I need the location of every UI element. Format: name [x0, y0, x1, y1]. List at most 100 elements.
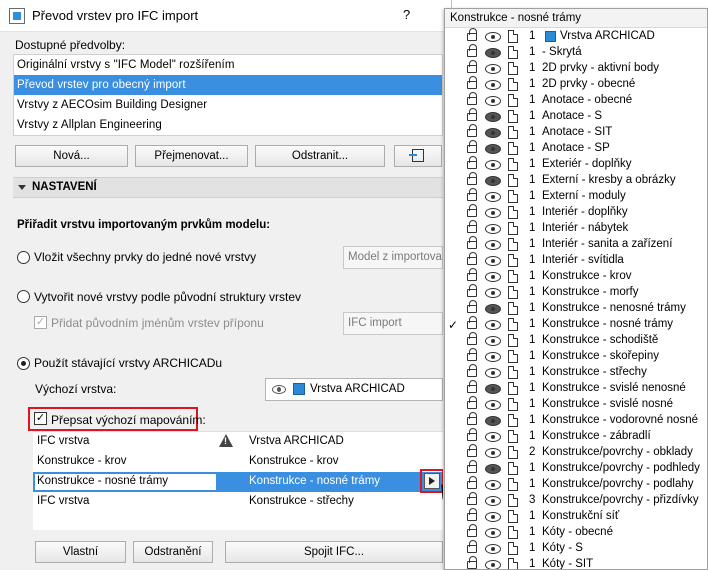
- custom-button[interactable]: Vlastní: [35, 541, 126, 563]
- eye-icon[interactable]: [485, 160, 501, 170]
- lock-icon[interactable]: [467, 28, 477, 41]
- lock-icon[interactable]: [467, 476, 477, 489]
- lock-icon[interactable]: [467, 540, 477, 553]
- lock-icon[interactable]: [467, 124, 477, 137]
- layer-row[interactable]: 1 Konstrukční síť: [445, 508, 707, 525]
- lock-icon[interactable]: [467, 492, 477, 505]
- eye-icon[interactable]: [485, 320, 501, 330]
- radio-original-structure[interactable]: [17, 290, 30, 303]
- layer-row[interactable]: 1 Konstrukce - svislé nosné: [445, 396, 707, 413]
- hidden-eye-icon[interactable]: [485, 176, 501, 186]
- preset-item[interactable]: Vrstvy z AECOsim Building Designer: [14, 95, 442, 115]
- lock-icon[interactable]: [467, 92, 477, 105]
- hidden-eye-icon[interactable]: [485, 144, 501, 154]
- hidden-eye-icon[interactable]: [485, 304, 501, 314]
- lock-icon[interactable]: [467, 204, 477, 217]
- eye-icon[interactable]: [485, 240, 501, 250]
- lock-icon[interactable]: [467, 508, 477, 521]
- preset-item[interactable]: Originální vrstvy s "IFC Model" rozšířen…: [14, 55, 442, 75]
- import-export-button[interactable]: [394, 145, 442, 167]
- layer-row[interactable]: 1 Externí - kresby a obrázky: [445, 172, 707, 189]
- lock-icon[interactable]: [467, 108, 477, 121]
- lock-icon[interactable]: [467, 188, 477, 201]
- layer-row[interactable]: ✓ 1 Konstrukce - nosné trámy: [445, 316, 707, 333]
- layer-row[interactable]: 1 Konstrukce - svislé nenosné: [445, 380, 707, 397]
- layer-row[interactable]: 1 Konstrukce - schodiště: [445, 332, 707, 349]
- layer-row[interactable]: 1 Konstrukce - vodorovné nosné: [445, 412, 707, 429]
- layer-row[interactable]: 1 Konstrukce/povrchy - podhledy: [445, 460, 707, 477]
- layer-row[interactable]: 1 Kóty - SIT: [445, 556, 707, 569]
- lock-icon[interactable]: [467, 380, 477, 393]
- lock-icon[interactable]: [467, 252, 477, 265]
- lock-icon[interactable]: [467, 332, 477, 345]
- rename-preset-button[interactable]: Přejmenovat...: [135, 145, 248, 167]
- layer-row[interactable]: 1 Konstrukce - střechy: [445, 364, 707, 381]
- new-preset-button[interactable]: Nová...: [15, 145, 128, 167]
- hidden-eye-icon[interactable]: [485, 384, 501, 394]
- lock-icon[interactable]: [467, 268, 477, 281]
- lock-icon[interactable]: [467, 524, 477, 537]
- eye-icon[interactable]: [485, 400, 501, 410]
- lock-icon[interactable]: [467, 44, 477, 57]
- hidden-eye-icon[interactable]: [485, 464, 501, 474]
- eye-icon[interactable]: [485, 432, 501, 442]
- eye-icon[interactable]: [485, 272, 501, 282]
- lock-icon[interactable]: [467, 428, 477, 441]
- hidden-eye-icon[interactable]: [485, 416, 501, 426]
- eye-icon[interactable]: [485, 288, 501, 298]
- eye-icon[interactable]: [485, 192, 501, 202]
- lock-icon[interactable]: [467, 364, 477, 377]
- radio-existing-layers[interactable]: [17, 357, 30, 370]
- single-layer-name-field[interactable]: Model z importova: [343, 246, 443, 269]
- eye-icon[interactable]: [485, 448, 501, 458]
- lock-icon[interactable]: [467, 60, 477, 73]
- preset-item[interactable]: Vrstvy z Allplan Engineering: [14, 115, 442, 135]
- lock-icon[interactable]: [467, 76, 477, 89]
- layer-row[interactable]: 1 - Skrytá: [445, 44, 707, 61]
- suffix-checkbox[interactable]: ✓: [34, 316, 47, 329]
- override-mapping-checkbox[interactable]: ✓: [34, 412, 47, 425]
- layer-row[interactable]: 1 Interiér - nábytek: [445, 220, 707, 237]
- layer-row[interactable]: 1 Konstrukce - morfy: [445, 284, 707, 301]
- eye-icon[interactable]: [485, 368, 501, 378]
- remove-button[interactable]: Odstranění: [133, 541, 213, 563]
- lock-icon[interactable]: [467, 556, 477, 569]
- eye-icon[interactable]: [485, 256, 501, 266]
- layer-row[interactable]: 1 Interiér - svítidla: [445, 252, 707, 269]
- layer-row[interactable]: 1 Konstrukce - zábradlí: [445, 428, 707, 445]
- eye-icon[interactable]: [485, 512, 501, 522]
- layer-row[interactable]: 1 Konstrukce - skořepiny: [445, 348, 707, 365]
- layer-row[interactable]: 1 Konstrukce - krov: [445, 268, 707, 285]
- lock-icon[interactable]: [467, 396, 477, 409]
- delete-preset-button[interactable]: Odstranit...: [255, 145, 385, 167]
- default-layer-dropdown[interactable]: Vrstva ARCHICAD: [265, 378, 443, 401]
- hidden-eye-icon[interactable]: [485, 112, 501, 122]
- table-row[interactable]: Konstrukce - krov Konstrukce - krov: [33, 452, 443, 472]
- lock-icon[interactable]: [467, 220, 477, 233]
- presets-list[interactable]: Originální vrstvy s "IFC Model" rozšířen…: [13, 54, 443, 136]
- hidden-eye-icon[interactable]: [485, 128, 501, 138]
- layer-row[interactable]: 3 Konstrukce/povrchy - přizdívky: [445, 492, 707, 509]
- eye-icon[interactable]: [485, 528, 501, 538]
- help-button[interactable]: ?: [403, 7, 410, 22]
- layer-row[interactable]: 1 Kóty - obecné: [445, 524, 707, 541]
- table-row-selected[interactable]: Konstrukce - nosné trámy Konstrukce - no…: [33, 472, 443, 492]
- eye-icon[interactable]: [485, 96, 501, 106]
- preset-item-selected[interactable]: Převod vrstev pro obecný import: [14, 75, 442, 95]
- table-row[interactable]: IFC vrstva Konstrukce - střechy: [33, 492, 443, 512]
- layer-row[interactable]: 1 Anotace - obecné: [445, 92, 707, 109]
- eye-icon[interactable]: [485, 64, 501, 74]
- eye-icon[interactable]: [485, 496, 501, 506]
- hidden-eye-icon[interactable]: [485, 48, 501, 58]
- lock-icon[interactable]: [467, 300, 477, 313]
- layer-row[interactable]: 2 Konstrukce/povrchy - obklady: [445, 444, 707, 461]
- eye-icon[interactable]: [485, 208, 501, 218]
- layer-row[interactable]: 1 Konstrukce - nenosné trámy: [445, 300, 707, 317]
- lock-icon[interactable]: [467, 460, 477, 473]
- lock-icon[interactable]: [467, 348, 477, 361]
- lock-icon[interactable]: [467, 156, 477, 169]
- layer-row[interactable]: 1 2D prvky - aktivní body: [445, 60, 707, 77]
- lock-icon[interactable]: [467, 284, 477, 297]
- eye-icon[interactable]: [485, 560, 501, 569]
- layer-row[interactable]: 1 Kóty - S: [445, 540, 707, 557]
